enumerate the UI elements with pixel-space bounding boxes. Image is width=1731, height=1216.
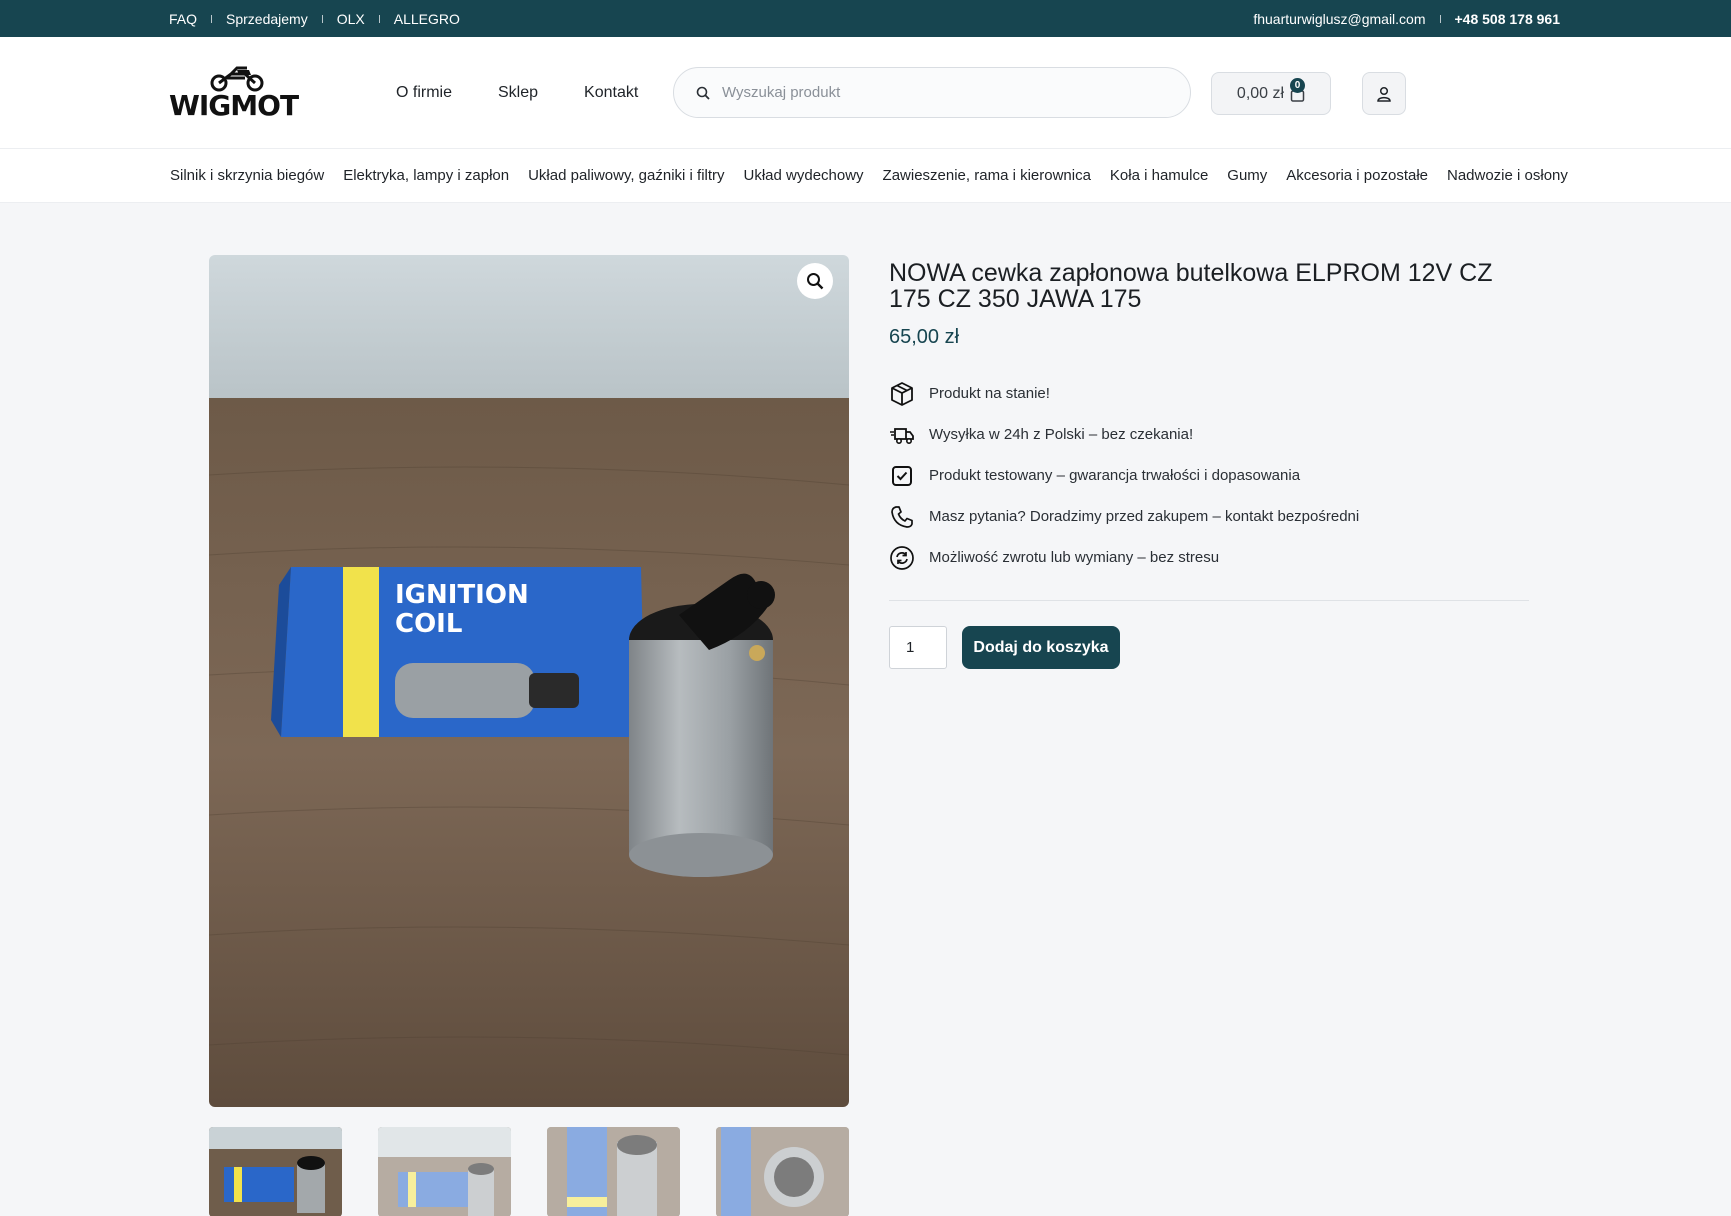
box-text-ignition: IGNITION xyxy=(395,580,529,610)
account-button[interactable] xyxy=(1362,72,1406,115)
truck-icon xyxy=(889,422,915,448)
top-contact: fhuarturwiglusz@gmail.com +48 508 178 96… xyxy=(1253,11,1560,27)
category-kola[interactable]: Koła i hamulce xyxy=(1110,167,1208,184)
divider xyxy=(889,600,1529,601)
thumbnail-4[interactable] xyxy=(716,1127,849,1216)
separator xyxy=(378,14,380,23)
add-to-cart-form: Dodaj do koszyka xyxy=(889,626,1529,669)
search-bar xyxy=(673,67,1191,118)
separator xyxy=(1439,14,1441,23)
top-link-olx[interactable]: OLX xyxy=(337,11,365,27)
feature-item: Możliwość zwrotu lub wymiany – bez stres… xyxy=(889,537,1529,578)
product-summary: NOWA cewka zapłonowa butelkowa ELPROM 12… xyxy=(889,259,1529,669)
box-text-coil: COIL xyxy=(395,609,462,639)
top-bar: FAQ Sprzedajemy OLX ALLEGRO fhuarturwigl… xyxy=(0,0,1731,37)
nav-o-firmie[interactable]: O firmie xyxy=(396,84,452,102)
feature-text: Masz pytania? Doradzimy przed zakupem – … xyxy=(929,508,1360,525)
feature-item: Produkt testowany – gwarancja trwałości … xyxy=(889,455,1529,496)
separator xyxy=(211,14,213,23)
thumbnail-image xyxy=(209,1127,342,1216)
feature-item: Wysyłka w 24h z Polski – bez czekania! xyxy=(889,414,1529,455)
nav-kontakt[interactable]: Kontakt xyxy=(584,84,638,102)
nav-sklep[interactable]: Sklep xyxy=(498,84,538,102)
phone-icon xyxy=(889,504,915,530)
cart-total: 0,00 zł xyxy=(1236,84,1285,102)
cart-count-badge: 0 xyxy=(1290,78,1305,93)
product-price: 65,00 zł xyxy=(889,326,960,348)
feature-item: Masz pytania? Doradzimy przed zakupem – … xyxy=(889,496,1529,537)
category-elektryka[interactable]: Elektryka, lampy i zapłon xyxy=(343,167,509,184)
category-akcesoria[interactable]: Akcesoria i pozostałe xyxy=(1286,167,1428,184)
thumbnail-image xyxy=(547,1127,680,1216)
motorcycle-logo-icon xyxy=(210,66,264,91)
thumbnail-image xyxy=(378,1127,511,1216)
feature-text: Produkt testowany – gwarancja trwałości … xyxy=(929,467,1301,484)
checkbox-icon xyxy=(889,463,915,489)
box-icon xyxy=(889,381,915,407)
main-nav: O firmie Sklep Kontakt xyxy=(396,84,638,102)
product-title: NOWA cewka zapłonowa butelkowa ELPROM 12… xyxy=(889,259,1493,313)
user-icon xyxy=(1377,86,1391,102)
category-uklad-wydechowy[interactable]: Układ wydechowy xyxy=(744,167,864,184)
site-logo[interactable]: WIGMOT xyxy=(169,66,299,120)
product-photo: IGNITION COIL xyxy=(209,255,849,1107)
thumbnail-1[interactable] xyxy=(209,1127,342,1216)
cart-button[interactable]: 0,00 zł 0 xyxy=(1211,72,1331,115)
search-icon xyxy=(696,86,710,100)
top-link-faq[interactable]: FAQ xyxy=(169,11,197,27)
separator xyxy=(321,14,323,23)
search-input[interactable] xyxy=(722,84,1162,101)
thumbnail-image xyxy=(716,1127,849,1216)
logo-text: WIGMOT xyxy=(169,88,299,122)
zoom-button[interactable] xyxy=(797,263,833,299)
feature-text: Możliwość zwrotu lub wymiany – bez stres… xyxy=(929,549,1220,566)
site-header: WIGMOT O firmie Sklep Kontakt 0,00 zł 0 xyxy=(0,37,1731,148)
category-nav: Silnik i skrzynia biegów Elektryka, lamp… xyxy=(0,148,1731,203)
contact-email[interactable]: fhuarturwiglusz@gmail.com xyxy=(1253,11,1425,27)
top-link-sprzedajemy[interactable]: Sprzedajemy xyxy=(226,11,308,27)
category-zawieszenie[interactable]: Zawieszenie, rama i kierownica xyxy=(883,167,1091,184)
feature-text: Wysyłka w 24h z Polski – bez czekania! xyxy=(929,426,1194,443)
thumbnail-strip xyxy=(209,1127,849,1216)
quantity-input[interactable] xyxy=(889,626,947,669)
contact-phone[interactable]: +48 508 178 961 xyxy=(1455,11,1561,27)
refresh-icon xyxy=(889,545,915,571)
top-link-allegro[interactable]: ALLEGRO xyxy=(394,11,460,27)
feature-list: Produkt na stanie! Wysyłka w 24h z Polsk… xyxy=(889,373,1529,578)
add-to-cart-button[interactable]: Dodaj do koszyka xyxy=(962,626,1120,669)
category-nadwozie[interactable]: Nadwozie i osłony xyxy=(1447,167,1568,184)
thumbnail-2[interactable] xyxy=(378,1127,511,1216)
category-uklad-paliwowy[interactable]: Układ paliwowy, gaźniki i filtry xyxy=(528,167,724,184)
product-main-image[interactable]: IGNITION COIL xyxy=(209,255,849,1107)
top-links: FAQ Sprzedajemy OLX ALLEGRO xyxy=(169,11,460,27)
thumbnail-3[interactable] xyxy=(547,1127,680,1216)
feature-text: Produkt na stanie! xyxy=(929,385,1050,402)
product-page: IGNITION COIL NOWA cewka zapłonowa butel… xyxy=(0,203,1731,1216)
magnifier-icon xyxy=(807,273,824,290)
category-silnik[interactable]: Silnik i skrzynia biegów xyxy=(170,167,324,184)
feature-item: Produkt na stanie! xyxy=(889,373,1529,414)
category-gumy[interactable]: Gumy xyxy=(1227,167,1267,184)
